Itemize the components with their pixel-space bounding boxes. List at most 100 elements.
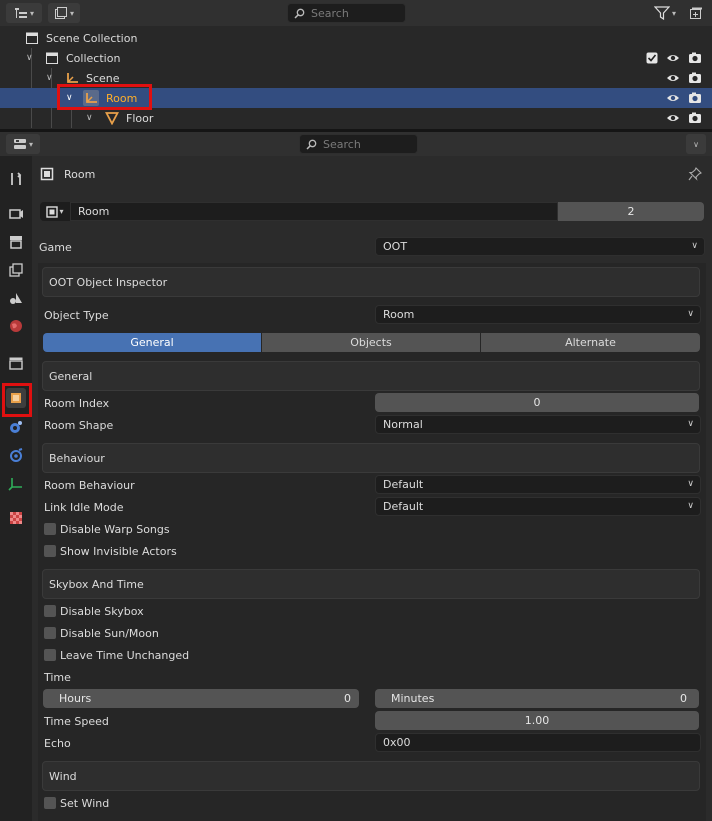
datablock-name-field[interactable]: Room (70, 202, 558, 221)
camera-icon[interactable] (688, 51, 702, 65)
tab-collection[interactable] (6, 353, 26, 373)
chevron-down-icon[interactable]: ∨ (26, 53, 33, 63)
user-count-button[interactable]: 2 (558, 202, 704, 221)
show-invisible-actors-label: Show Invisible Actors (60, 545, 177, 558)
tab-texture[interactable] (6, 508, 26, 528)
skybox-panel-header[interactable]: Skybox And Time (42, 569, 700, 599)
inspector-title: OOT Object Inspector (49, 275, 168, 289)
panel-title: Wind (49, 769, 77, 783)
eye-icon[interactable] (666, 71, 680, 85)
camera-icon[interactable] (688, 91, 702, 105)
tab-output[interactable] (6, 232, 26, 252)
disable-sun-moon-checkbox[interactable] (44, 627, 56, 639)
outliner-row-scene[interactable]: ∨ Scene (0, 68, 712, 88)
panel-title: General (49, 369, 93, 383)
outliner-label: Floor (126, 111, 154, 125)
tab-physics[interactable] (6, 445, 26, 465)
view-layer-icon (9, 263, 23, 277)
time-speed-label: Time Speed (44, 715, 109, 728)
tab-view-layer[interactable] (6, 260, 26, 280)
tab-tool[interactable] (6, 169, 26, 189)
filter-button[interactable]: ▾ (648, 3, 682, 23)
world-icon (10, 320, 22, 332)
game-dropdown[interactable]: OOT ∨ (375, 237, 705, 256)
properties-search-input[interactable]: Search (299, 134, 418, 154)
set-wind-label: Set Wind (60, 797, 110, 810)
room-behaviour-value: Default (383, 478, 424, 491)
tab-object[interactable] (6, 388, 26, 408)
tab-objects[interactable]: Objects (262, 333, 480, 352)
mesh-cone-icon (104, 110, 120, 126)
room-index-field[interactable]: 0 (375, 393, 699, 412)
room-behaviour-label: Room Behaviour (44, 479, 135, 492)
display-mode-button[interactable]: ▾ (48, 3, 80, 23)
time-speed-field[interactable]: 1.00 (375, 711, 699, 730)
editor-type-button[interactable]: ▾ (6, 3, 42, 23)
echo-value: 0x00 (383, 736, 411, 749)
behaviour-panel-header[interactable]: Behaviour (42, 443, 700, 473)
tab-render[interactable] (6, 203, 26, 223)
outliner-row-scene-collection[interactable]: Scene Collection (0, 28, 712, 48)
panel-title: Skybox And Time (49, 577, 144, 591)
tab-object-data[interactable] (6, 473, 26, 493)
chevron-down-icon[interactable]: ∨ (86, 113, 93, 123)
outliner-row-collection[interactable]: ∨ Collection (0, 48, 712, 68)
outliner-search-input[interactable]: Search (287, 3, 406, 23)
chevron-down-icon[interactable]: ∨ (46, 73, 53, 83)
object-type-value: Room (383, 308, 415, 321)
row-toggles (666, 111, 702, 125)
minutes-field[interactable]: Minutes 0 (375, 689, 699, 708)
outliner-panel: ▾ ▾ Search ▾ Scene Collection ∨ Collecti… (0, 0, 712, 129)
show-invisible-actors-checkbox[interactable] (44, 545, 56, 557)
tab-world[interactable] (6, 316, 26, 336)
room-shape-dropdown[interactable]: Normal ∨ (375, 415, 701, 434)
eye-icon[interactable] (666, 91, 680, 105)
empty-axes-icon (83, 90, 99, 106)
room-index-label: Room Index (44, 397, 110, 410)
object-icon (40, 167, 54, 181)
tab-scene[interactable] (6, 288, 26, 308)
new-collection-button[interactable] (686, 3, 706, 23)
chevron-down-icon[interactable]: ∨ (66, 93, 73, 103)
editor-type-button[interactable]: ▾ (6, 134, 40, 154)
datablock-browse-button[interactable]: ▾ (40, 202, 70, 221)
constraint-icon (10, 421, 22, 433)
disable-warp-songs-checkbox[interactable] (44, 523, 56, 535)
pin-icon[interactable] (688, 167, 702, 181)
chevron-down-icon: ▾ (29, 8, 34, 18)
object-properties: Room ▾ Room 2 Game OOT ∨ OOT Object Insp… (32, 156, 712, 821)
outliner-row-floor[interactable]: ∨ Floor (0, 108, 712, 128)
object-type-dropdown[interactable]: Room ∨ (375, 305, 701, 324)
camera-icon[interactable] (688, 111, 702, 125)
disable-skybox-checkbox[interactable] (44, 605, 56, 617)
link-idle-label: Link Idle Mode (44, 501, 124, 514)
outliner-row-room[interactable]: ∨ Room (0, 88, 712, 108)
time-speed-value: 1.00 (524, 714, 550, 727)
link-idle-dropdown[interactable]: Default ∨ (375, 497, 701, 516)
row-toggles (666, 91, 702, 105)
options-dropdown-button[interactable]: ∨ (686, 134, 706, 154)
checkbox-checked-icon[interactable] (646, 52, 658, 64)
hours-field[interactable]: Hours 0 (43, 689, 359, 708)
hours-label: Hours (59, 692, 92, 705)
disable-sun-moon-label: Disable Sun/Moon (60, 627, 159, 640)
camera-icon[interactable] (688, 71, 702, 85)
search-placeholder: Search (323, 137, 361, 151)
panel-title: Behaviour (49, 451, 105, 465)
collection-icon (9, 357, 23, 370)
echo-field[interactable]: 0x00 (375, 733, 701, 752)
set-wind-checkbox[interactable] (44, 797, 56, 809)
eye-icon[interactable] (666, 111, 680, 125)
wind-panel-header[interactable]: Wind (42, 761, 700, 791)
collection-icon (44, 50, 60, 66)
tab-alternate[interactable]: Alternate (481, 333, 700, 352)
tab-general[interactable]: General (43, 333, 261, 352)
leave-time-unchanged-checkbox[interactable] (44, 649, 56, 661)
tab-modifiers[interactable] (6, 417, 26, 437)
room-behaviour-dropdown[interactable]: Default ∨ (375, 475, 701, 494)
hours-value: 0 (344, 692, 351, 705)
filter-icon (653, 6, 670, 20)
eye-icon[interactable] (666, 51, 680, 65)
search-icon (294, 8, 305, 19)
general-panel-header[interactable]: General (42, 361, 700, 391)
